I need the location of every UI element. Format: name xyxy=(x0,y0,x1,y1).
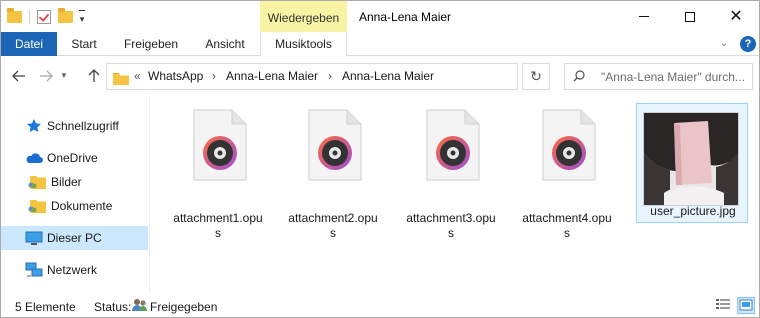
file-name: attachment4.opu s xyxy=(522,211,612,240)
cloud-icon xyxy=(26,153,43,163)
share-status: Freigegeben xyxy=(150,300,218,314)
refresh-icon: ↻ xyxy=(530,68,542,84)
arrow-right-icon xyxy=(40,70,53,82)
sidebar-item-netzwerk[interactable]: Netzwerk xyxy=(1,258,148,282)
properties-icon[interactable] xyxy=(37,10,51,24)
file-item-attachment4[interactable]: attachment4.opu s xyxy=(511,103,623,240)
address-bar[interactable]: « WhatsApp › Anna-Lena Maier › Anna-Lena… xyxy=(106,63,518,90)
sidebar-item-bilder[interactable]: Bilder xyxy=(1,170,148,194)
close-icon: ✕ xyxy=(729,7,743,25)
navigation-bar: ▼ « WhatsApp › Anna-Lena Maier › Anna-Le… xyxy=(1,57,759,95)
audio-file-icon xyxy=(308,109,362,181)
back-button[interactable] xyxy=(9,66,29,86)
tab-datei[interactable]: Datei xyxy=(1,32,57,56)
file-item-attachment3[interactable]: attachment3.opu s xyxy=(395,103,507,240)
recent-locations-icon[interactable]: ▼ xyxy=(58,66,70,86)
breadcrumb-anna-lena-maier[interactable]: Anna-Lena Maier xyxy=(226,69,318,83)
maximize-button[interactable] xyxy=(667,1,713,32)
refresh-button[interactable]: ↻ xyxy=(522,63,550,90)
close-button[interactable]: ✕ xyxy=(713,1,759,32)
help-button[interactable]: ? xyxy=(740,36,756,52)
breadcrumb-separator[interactable]: › xyxy=(328,69,332,83)
large-icons-view-button[interactable] xyxy=(737,297,755,314)
sidebar-item-label: Bilder xyxy=(51,175,82,189)
file-name: user_picture.jpg xyxy=(650,204,736,218)
audio-file-icon xyxy=(193,109,247,181)
pane-divider[interactable] xyxy=(149,95,150,293)
tab-freigeben[interactable]: Freigeben xyxy=(111,32,191,56)
folder-icon xyxy=(7,8,22,23)
breadcrumb-whatsapp[interactable]: WhatsApp xyxy=(148,69,203,83)
file-item-attachment2[interactable]: attachment2.opu s xyxy=(277,103,389,240)
folder-icon xyxy=(28,176,46,189)
sidebar-item-label: OneDrive xyxy=(47,151,98,165)
ribbon-tabs: Datei Start Freigeben Ansicht Musiktools… xyxy=(1,32,759,56)
file-item-attachment1[interactable]: attachment1.opu s xyxy=(162,103,274,240)
details-view-icon xyxy=(716,299,730,309)
sidebar-item-label: Netzwerk xyxy=(47,263,98,277)
search-icon xyxy=(573,70,585,82)
contextual-tab-header: Wiedergeben xyxy=(260,1,347,32)
details-view-button[interactable] xyxy=(715,297,733,314)
tab-musiktools[interactable]: Musiktools xyxy=(260,32,347,56)
sidebar-item-dieser-pc[interactable]: Dieser PC xyxy=(1,226,148,250)
forward-button[interactable] xyxy=(36,66,56,86)
folder-icon xyxy=(113,72,129,88)
image-thumbnail xyxy=(643,112,739,206)
new-folder-icon[interactable] xyxy=(58,8,73,23)
file-item-user-picture[interactable]: user_picture.jpg xyxy=(636,103,748,223)
breadcrumb-separator[interactable]: › xyxy=(212,69,216,83)
network-icon xyxy=(25,262,43,277)
maximize-icon xyxy=(685,11,695,22)
navigation-pane: Schnellzugriff OneDrive Bilder Dokumente… xyxy=(1,95,149,293)
sidebar-item-schnellzugriff[interactable]: Schnellzugriff xyxy=(1,114,148,138)
expand-ribbon-icon[interactable]: ⌄ xyxy=(717,37,731,51)
status-bar: 5 Elemente Status: Freigegeben xyxy=(1,293,759,317)
large-icons-view-icon xyxy=(739,299,753,311)
sidebar-item-label: Dieser PC xyxy=(47,231,102,245)
photo-icon xyxy=(644,113,738,205)
status-label: Status: xyxy=(94,300,132,314)
star-icon xyxy=(27,119,41,132)
toolbar-divider xyxy=(29,10,30,24)
tab-ansicht[interactable]: Ansicht xyxy=(191,32,259,56)
pc-icon xyxy=(25,231,43,245)
breadcrumb-current[interactable]: Anna-Lena Maier xyxy=(342,69,434,83)
sidebar-item-onedrive[interactable]: OneDrive xyxy=(1,146,148,170)
customize-toolbar-icon[interactable]: ▾ xyxy=(77,8,87,26)
arrow-up-icon xyxy=(88,69,100,82)
audio-file-icon xyxy=(542,109,596,181)
folder-icon xyxy=(28,200,46,213)
item-count: 5 Elemente xyxy=(15,300,76,314)
search-placeholder: "Anna-Lena Maier" durch... xyxy=(601,70,745,84)
tab-start[interactable]: Start xyxy=(57,32,111,56)
explorer-window: ▾ Wiedergeben Anna-Lena Maier ✕ Datei St… xyxy=(0,0,760,318)
file-name: attachment1.opu s xyxy=(173,211,263,240)
quick-access-toolbar: ▾ xyxy=(7,7,87,27)
file-name: attachment2.opu s xyxy=(288,211,378,240)
search-box[interactable]: "Anna-Lena Maier" durch... xyxy=(564,63,753,90)
sidebar-item-dokumente[interactable]: Dokumente xyxy=(1,194,148,218)
file-name: attachment3.opu s xyxy=(406,211,496,240)
users-icon xyxy=(132,299,147,311)
file-list: attachment1.opu s attachment2.opu s attach… xyxy=(151,95,759,293)
title-bar: ▾ Wiedergeben Anna-Lena Maier ✕ xyxy=(1,1,759,32)
minimize-icon xyxy=(639,16,649,17)
minimize-button[interactable] xyxy=(621,1,667,32)
audio-file-icon xyxy=(426,109,480,181)
sidebar-item-label: Dokumente xyxy=(51,199,113,213)
window-title: Anna-Lena Maier xyxy=(359,10,452,24)
address-overflow[interactable]: « xyxy=(134,69,141,83)
sidebar-item-label: Schnellzugriff xyxy=(47,119,119,133)
arrow-left-icon xyxy=(12,70,25,82)
up-button[interactable] xyxy=(84,66,104,86)
